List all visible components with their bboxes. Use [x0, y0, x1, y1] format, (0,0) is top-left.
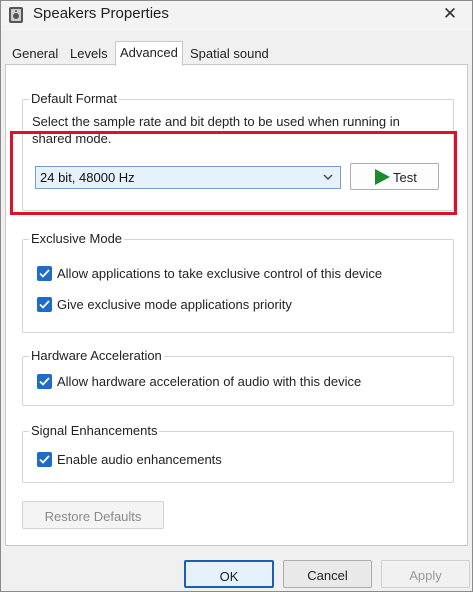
default-format-description: Select the sample rate and bit depth to …	[32, 114, 400, 146]
tab-general[interactable]: General	[8, 44, 62, 64]
signal-enhancements-title: Signal Enhancements	[29, 423, 160, 439]
exclusive-control-label: Allow applications to take exclusive con…	[57, 266, 383, 281]
close-button[interactable]: ✕	[428, 1, 472, 29]
hardware-acceleration-title: Hardware Acceleration	[29, 348, 164, 364]
tab-levels[interactable]: Levels	[66, 44, 112, 64]
restore-defaults-label: Restore Defaults	[44, 509, 142, 524]
restore-defaults-button[interactable]: Restore Defaults	[22, 501, 164, 529]
speaker-icon	[9, 7, 23, 23]
tab-label: Spatial sound	[190, 46, 269, 61]
tab-label: Advanced	[120, 45, 178, 60]
tab-label: General	[12, 46, 59, 61]
chevron-down-icon	[323, 174, 333, 180]
apply-label: Apply	[409, 568, 442, 583]
speakers-properties-window: Speakers Properties ✕ General Levels Adv…	[0, 0, 473, 592]
exclusive-priority-checkbox[interactable]	[37, 297, 52, 312]
audio-enhancements-checkbox[interactable]	[37, 452, 52, 467]
sample-rate-value: 24 bit, 48000 Hz	[40, 170, 135, 185]
exclusive-mode-group: Exclusive Mode	[22, 231, 454, 333]
test-label: Test	[393, 170, 417, 185]
checkmark-icon	[39, 455, 50, 464]
hardware-acceleration-checkbox[interactable]	[37, 374, 52, 389]
exclusive-mode-title: Exclusive Mode	[29, 231, 125, 247]
checkmark-icon	[39, 300, 50, 309]
checkmark-icon	[39, 377, 50, 386]
window-title: Speakers Properties	[33, 5, 169, 22]
cancel-label: Cancel	[307, 568, 348, 583]
hardware-acceleration-label: Allow hardware acceleration of audio wit…	[57, 374, 362, 389]
default-format-title: Default Format	[29, 91, 119, 107]
tab-spatial-sound[interactable]: Spatial sound	[186, 44, 273, 64]
tab-label: Levels	[70, 46, 108, 61]
tab-advanced[interactable]: Advanced	[115, 41, 183, 66]
cancel-button[interactable]: Cancel	[283, 560, 372, 588]
checkmark-icon	[39, 269, 50, 278]
exclusive-control-checkbox[interactable]	[37, 266, 52, 281]
ok-button[interactable]: OK	[184, 560, 274, 588]
apply-button[interactable]: Apply	[381, 560, 470, 588]
title-bar[interactable]: Speakers Properties ✕	[1, 1, 472, 31]
close-icon: ✕	[442, 4, 458, 23]
play-icon	[375, 169, 390, 185]
exclusive-priority-label: Give exclusive mode applications priorit…	[57, 297, 292, 312]
audio-enhancements-label: Enable audio enhancements	[57, 452, 222, 467]
test-button[interactable]: Test	[350, 163, 439, 190]
tab-bar: General Levels Advanced Spatial sound	[1, 41, 472, 66]
sample-rate-dropdown[interactable]: 24 bit, 48000 Hz	[35, 166, 341, 189]
ok-label: OK	[219, 569, 239, 584]
